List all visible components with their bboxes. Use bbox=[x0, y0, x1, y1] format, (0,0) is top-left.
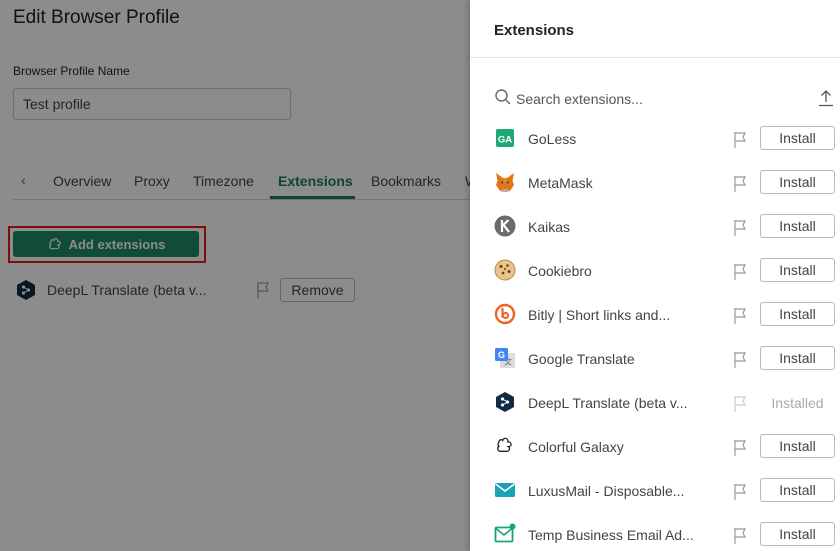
extension-name: MetaMask bbox=[528, 175, 593, 191]
kaikas-icon bbox=[494, 215, 516, 237]
list-item: DeepL Translate (beta v... Installed bbox=[470, 381, 840, 425]
extension-name: Kaikas bbox=[528, 219, 571, 235]
bitly-icon bbox=[494, 303, 516, 325]
list-item: Kaikas Install bbox=[470, 205, 840, 249]
drawer-title: Extensions bbox=[494, 22, 575, 39]
install-button[interactable]: Install bbox=[760, 214, 835, 238]
google-translate-icon: 文 G bbox=[495, 348, 515, 368]
list-item: GA GoLess Install bbox=[470, 117, 840, 161]
flag-icon[interactable] bbox=[732, 175, 748, 193]
list-item: 文 G Google Translate Install bbox=[470, 337, 840, 381]
list-item: LuxusMail - Disposable... Install bbox=[470, 469, 840, 513]
extension-name: Google Translate bbox=[528, 351, 635, 367]
metamask-fox-icon bbox=[496, 173, 514, 192]
extension-name: Cookiebro bbox=[528, 263, 592, 279]
puzzle-icon bbox=[497, 437, 512, 452]
list-item: Cookiebro Install bbox=[470, 249, 840, 293]
flag-icon[interactable] bbox=[732, 439, 748, 457]
flag-icon[interactable] bbox=[732, 483, 748, 501]
list-item: Temp Business Email Ad... Install bbox=[470, 513, 840, 551]
deepl-icon bbox=[496, 392, 514, 412]
install-button[interactable]: Install bbox=[760, 258, 835, 282]
mail-badge-icon bbox=[494, 523, 516, 543]
installed-status-label: Installed bbox=[771, 395, 824, 411]
install-button[interactable]: Install bbox=[760, 346, 835, 370]
flag-icon bbox=[734, 396, 746, 412]
svg-text:G: G bbox=[498, 350, 505, 360]
extension-name: GoLess bbox=[528, 131, 577, 147]
install-button[interactable]: Install bbox=[760, 170, 835, 194]
cookie-icon bbox=[494, 259, 516, 281]
flag-icon[interactable] bbox=[732, 351, 748, 369]
ga-icon: GA bbox=[496, 129, 514, 147]
extensions-drawer: Extensions GA GoLess Install bbox=[470, 0, 840, 551]
extension-name: Colorful Galaxy bbox=[528, 439, 624, 455]
flag-icon[interactable] bbox=[732, 527, 748, 545]
install-button[interactable]: Install bbox=[760, 126, 835, 150]
search-icon bbox=[495, 89, 511, 105]
flag-icon[interactable] bbox=[732, 219, 748, 237]
drawer-divider bbox=[470, 57, 840, 58]
extension-name: Bitly | Short links and... bbox=[528, 307, 671, 323]
flag-icon[interactable] bbox=[732, 131, 748, 149]
install-button[interactable]: Install bbox=[760, 302, 835, 326]
list-item: Colorful Galaxy Install bbox=[470, 425, 840, 469]
upload-icon[interactable] bbox=[818, 89, 834, 107]
extensions-list: GA GoLess Install MetaMask Install Kaika… bbox=[470, 117, 840, 551]
flag-icon[interactable] bbox=[732, 263, 748, 281]
list-item: Bitly | Short links and... Install bbox=[470, 293, 840, 337]
search-extensions-input[interactable] bbox=[516, 88, 786, 110]
extension-name: DeepL Translate (beta v... bbox=[528, 395, 688, 411]
flag-icon[interactable] bbox=[732, 307, 748, 325]
mail-icon bbox=[495, 483, 515, 497]
extension-name: LuxusMail - Disposable... bbox=[528, 483, 685, 499]
install-button[interactable]: Install bbox=[760, 434, 835, 458]
list-item: MetaMask Install bbox=[470, 161, 840, 205]
extension-name: Temp Business Email Ad... bbox=[528, 527, 694, 543]
install-button[interactable]: Install bbox=[760, 522, 835, 546]
svg-text:GA: GA bbox=[498, 135, 512, 146]
install-button[interactable]: Install bbox=[760, 478, 835, 502]
